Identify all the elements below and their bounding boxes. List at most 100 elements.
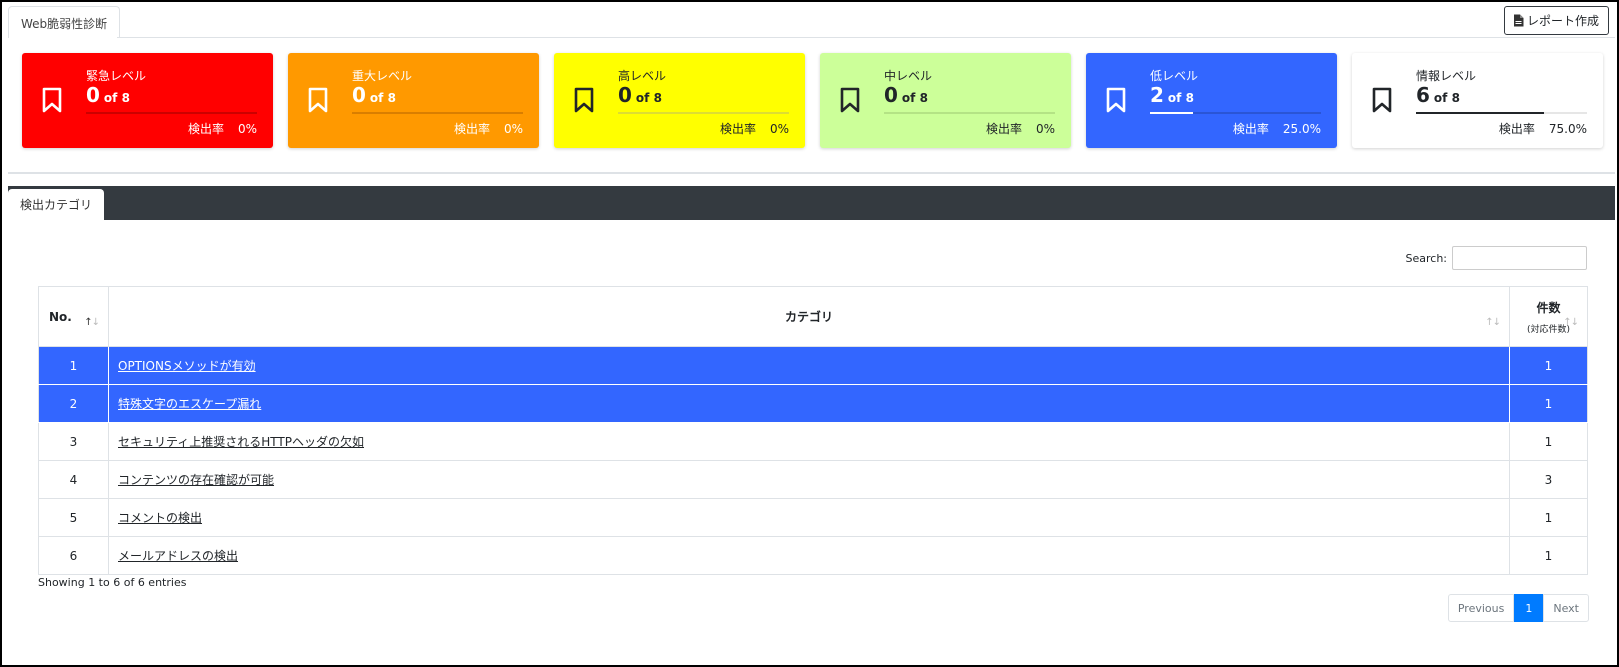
card-rate-label: 検出率 [985,122,1022,136]
row-number: 6 [38,536,109,575]
card-rate-label: 検出率 [187,122,224,136]
severity-card-info: 情報レベル 6 of 8 検出率 75.0% [1352,53,1603,148]
severity-card-serious: 重大レベル 0 of 8 検出率 0% [288,53,539,148]
category-panel: 検出カテゴリ Search: No. ↑↓ カテゴリ ↑↓ 件数 (対応件数) … [8,186,1615,665]
bookmark-icon [308,87,328,113]
category-link[interactable]: コメントの検出 [118,511,202,525]
card-detection-rate: 検出率 0% [454,120,523,137]
card-count-value: 6 [1416,83,1430,107]
sort-icon: ↑↓ [84,317,100,328]
create-report-label: レポート作成 [1526,14,1599,28]
file-pdf-icon [1513,14,1524,27]
card-rate-value: 0% [1035,122,1055,136]
card-progress-track [1150,112,1321,114]
card-detection-rate: 検出率 25.0% [1233,120,1321,137]
card-rate-value: 75.0% [1548,122,1587,136]
bookmark-icon [574,87,594,113]
row-number: 2 [38,384,109,423]
card-count: 2 of 8 [1150,83,1194,110]
pagination-next-button[interactable]: Next [1543,594,1589,622]
row-category: セキュリティ上推奨されるHTTPヘッダの欠如 [108,422,1510,461]
card-rate-label: 検出率 [1232,122,1269,136]
card-progress-fill [1416,112,1545,114]
card-count: 0 of 8 [884,83,928,110]
row-number: 1 [38,346,109,385]
row-count: 1 [1509,384,1588,423]
row-category: OPTIONSメソッドが有効 [108,346,1510,385]
search-input[interactable] [1452,246,1587,270]
table-row[interactable]: 3 セキュリティ上推奨されるHTTPヘッダの欠如 1 [38,422,1588,461]
table-info: Showing 1 to 6 of 6 entries [38,576,187,589]
row-count: 1 [1509,422,1588,461]
card-count-total: of 8 [1167,91,1194,105]
card-progress-track [352,112,523,114]
column-header-category[interactable]: カテゴリ ↑↓ [108,286,1510,347]
category-link[interactable]: OPTIONSメソッドが有効 [118,359,256,373]
row-number: 5 [38,498,109,537]
category-link[interactable]: 特殊文字のエスケープ漏れ [118,397,261,411]
table-row[interactable]: 1 OPTIONSメソッドが有効 1 [38,346,1588,385]
table-row[interactable]: 2 特殊文字のエスケープ漏れ 1 [38,384,1588,423]
row-count: 1 [1509,536,1588,575]
card-detection-rate: 検出率 75.0% [1499,120,1587,137]
row-category: 特殊文字のエスケープ漏れ [108,384,1510,423]
card-count: 0 of 8 [618,83,662,110]
card-count-total: of 8 [369,91,396,105]
severity-card-medium: 中レベル 0 of 8 検出率 0% [820,53,1071,148]
category-link[interactable]: セキュリティ上推奨されるHTTPヘッダの欠如 [118,435,364,449]
search-box: Search: [1405,246,1587,270]
tab-bar: 検出カテゴリ [8,186,1615,220]
tab-divider [117,37,1615,38]
card-count: 6 of 8 [1416,83,1460,110]
row-count: 1 [1509,346,1588,385]
page-frame: Web脆弱性診断 レポート作成 緊急レベル 0 of 8 検出率 0% 重大レベ… [0,0,1619,667]
card-progress-track [86,112,257,114]
pagination-page-button[interactable]: 1 [1514,594,1544,622]
column-header-count-label: 件数 [1536,300,1561,315]
column-header-category-label: カテゴリ [784,310,833,324]
row-number: 4 [38,460,109,499]
category-link[interactable]: コンテンツの存在確認が可能 [118,473,274,487]
row-number: 3 [38,422,109,461]
table-header-row: No. ↑↓ カテゴリ ↑↓ 件数 (対応件数) ↑↓ [38,286,1588,347]
severity-cards: 緊急レベル 0 of 8 検出率 0% 重大レベル 0 of 8 検出率 0% 高レベル… [22,53,1603,148]
card-count-value: 2 [1150,83,1164,107]
card-title: 緊急レベル [86,69,147,83]
card-count: 0 of 8 [86,83,130,110]
row-category: メールアドレスの検出 [108,536,1510,575]
severity-card-high: 高レベル 0 of 8 検出率 0% [554,53,805,148]
card-rate-value: 0% [769,122,789,136]
table-row[interactable]: 6 メールアドレスの検出 1 [38,536,1588,575]
card-rate-value: 0% [503,122,523,136]
pagination-previous-button[interactable]: Previous [1447,594,1515,622]
tab-detected-categories[interactable]: 検出カテゴリ [8,189,105,220]
card-progress-track [884,112,1055,114]
card-title: 中レベル [884,69,933,83]
card-detection-rate: 検出率 0% [720,120,789,137]
card-count-value: 0 [352,83,366,107]
card-count-value: 0 [86,83,100,107]
card-rate-label: 検出率 [1498,122,1535,136]
category-table: No. ↑↓ カテゴリ ↑↓ 件数 (対応件数) ↑↓ 1 OPTIONSメソッ… [38,286,1588,575]
column-header-no[interactable]: No. ↑↓ [38,286,109,347]
create-report-button[interactable]: レポート作成 [1503,6,1609,35]
tab-web-vuln-diagnosis[interactable]: Web脆弱性診断 [8,6,121,38]
bookmark-icon [42,87,62,113]
category-link[interactable]: メールアドレスの検出 [118,549,238,563]
pagination: Previous 1 Next [1447,594,1589,622]
row-count: 3 [1509,460,1588,499]
card-title: 重大レベル [352,69,413,83]
card-count-total: of 8 [901,91,928,105]
column-header-no-label: No. [49,309,72,324]
search-label: Search: [1405,251,1448,265]
card-title: 情報レベル [1416,69,1477,83]
row-category: コンテンツの存在確認が可能 [108,460,1510,499]
bookmark-icon [1106,87,1126,113]
card-detection-rate: 検出率 0% [986,120,1055,137]
table-row[interactable]: 4 コンテンツの存在確認が可能 3 [38,460,1588,499]
card-progress-fill [1150,112,1193,114]
card-rate-value: 0% [237,122,257,136]
table-row[interactable]: 5 コメントの検出 1 [38,498,1588,537]
column-header-count[interactable]: 件数 (対応件数) ↑↓ [1509,286,1588,347]
bookmark-icon [1372,87,1392,113]
